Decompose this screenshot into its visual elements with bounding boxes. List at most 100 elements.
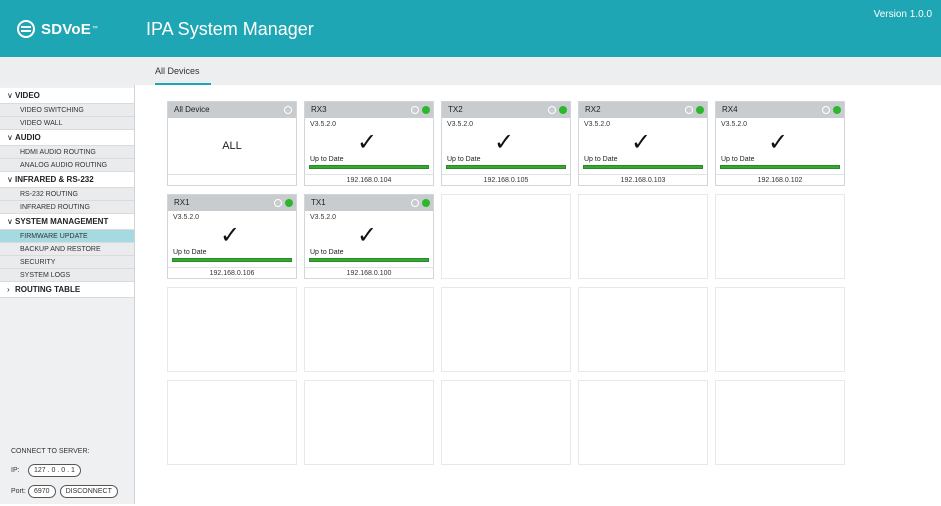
update-status: Up to Date: [310, 249, 344, 256]
nav-section-system-management[interactable]: ∨ SYSTEM MANAGEMENT: [0, 214, 134, 230]
select-ring-icon[interactable]: [548, 106, 556, 114]
version-label: Version 1.0.0: [873, 9, 932, 20]
card-header: RX3: [305, 102, 433, 118]
select-ring-icon[interactable]: [411, 106, 419, 114]
device-ip: 192.168.0.104: [305, 174, 433, 186]
update-progress-bar: [583, 165, 703, 169]
empty-device-slot: [715, 194, 845, 279]
nav-section-infrared-rs-232[interactable]: ∨ INFRARED & RS-232: [0, 172, 134, 188]
chevron-icon: ∨: [7, 91, 13, 100]
online-dot-icon: [559, 106, 567, 114]
sdvoe-logo: SDVoE ™: [17, 20, 98, 38]
all-device-card[interactable]: All Device ALL: [167, 101, 297, 186]
card-header: All Device: [168, 102, 296, 118]
firmware-version: V3.5.2.0: [721, 121, 748, 128]
empty-device-slot: [578, 194, 708, 279]
device-name: RX4: [722, 105, 738, 114]
select-ring-icon[interactable]: [685, 106, 693, 114]
device-name: RX1: [174, 198, 190, 207]
device-card[interactable]: TX2 V3.5.2.0 ✓ Up to Date 192.168.0.105: [441, 101, 571, 186]
device-card[interactable]: TX1 V3.5.2.0 ✓ Up to Date 192.168.0.100: [304, 194, 434, 279]
device-ip: 192.168.0.106: [168, 267, 296, 279]
sidebar-nav: ∨ VIDEO VIDEO SWITCHING VIDEO WALL ∨ AUDIO HDM…: [0, 88, 134, 298]
empty-device-slot: [167, 380, 297, 465]
update-status: Up to Date: [584, 156, 618, 163]
checkmark-icon: ✓: [220, 222, 241, 249]
empty-device-slot: [441, 380, 571, 465]
update-status: Up to Date: [447, 156, 481, 163]
device-card[interactable]: RX1 V3.5.2.0 ✓ Up to Date 192.168.0.106: [167, 194, 297, 279]
checkmark-icon: ✓: [768, 129, 789, 156]
empty-device-slot: [715, 380, 845, 465]
chevron-icon: ›: [7, 285, 10, 294]
sidebar-item-backup-and-restore[interactable]: BACKUP AND RESTORE: [0, 243, 134, 256]
sidebar-item-analog-audio-routing[interactable]: ANALOG AUDIO ROUTING: [0, 159, 134, 172]
device-card[interactable]: RX4 V3.5.2.0 ✓ Up to Date 192.168.0.102: [715, 101, 845, 186]
chevron-icon: ∨: [7, 175, 13, 184]
update-progress-bar: [309, 258, 429, 262]
device-ip: 192.168.0.103: [579, 174, 707, 186]
sidebar-item-rs-232-routing[interactable]: RS-232 ROUTING: [0, 188, 134, 201]
sidebar-item-hdmi-audio-routing[interactable]: HDMI AUDIO ROUTING: [0, 146, 134, 159]
empty-device-slot: [304, 287, 434, 372]
nav-section-audio[interactable]: ∨ AUDIO: [0, 130, 134, 146]
select-ring-icon[interactable]: [284, 106, 292, 114]
logo-text: SDVoE: [41, 20, 91, 38]
device-name: TX1: [311, 198, 326, 207]
sidebar-item-security[interactable]: SECURITY: [0, 256, 134, 269]
checkmark-icon: ✓: [494, 129, 515, 156]
card-header: RX2: [579, 102, 707, 118]
ip-input[interactable]: 127 . 0 . 0 . 1: [28, 464, 81, 477]
card-header: RX4: [716, 102, 844, 118]
device-name: RX3: [311, 105, 327, 114]
device-ip: 192.168.0.100: [305, 267, 433, 279]
sidebar-item-system-logs[interactable]: SYSTEM LOGS: [0, 269, 134, 282]
sidebar-item-video-switching[interactable]: VIDEO SWITCHING: [0, 104, 134, 117]
logo-trademark: ™: [91, 26, 98, 32]
disconnect-button[interactable]: DISCONNECT: [59, 485, 118, 498]
select-ring-icon[interactable]: [411, 199, 419, 207]
port-input[interactable]: 6970: [28, 485, 56, 498]
online-dot-icon: [833, 106, 841, 114]
sidebar-item-video-wall[interactable]: VIDEO WALL: [0, 117, 134, 130]
ip-label: IP:: [11, 467, 20, 474]
empty-device-slot: [304, 380, 434, 465]
sidebar-item-infrared-routing[interactable]: INFRARED ROUTING: [0, 201, 134, 214]
card-header: RX1: [168, 195, 296, 211]
sidebar: ∨ VIDEO VIDEO SWITCHING VIDEO WALL ∨ AUDIO HDM…: [0, 85, 135, 504]
device-name: RX2: [585, 105, 601, 114]
nav-section-video[interactable]: ∨ VIDEO: [0, 88, 134, 104]
online-dot-icon: [422, 199, 430, 207]
select-ring-icon[interactable]: [822, 106, 830, 114]
firmware-version: V3.5.2.0: [310, 121, 337, 128]
device-card[interactable]: RX3 V3.5.2.0 ✓ Up to Date 192.168.0.104: [304, 101, 434, 186]
all-device-label: ALL: [222, 140, 242, 152]
firmware-version: V3.5.2.0: [173, 214, 200, 221]
update-status: Up to Date: [310, 156, 344, 163]
device-name: TX2: [448, 105, 463, 114]
card-header: TX1: [305, 195, 433, 211]
update-progress-bar: [446, 165, 566, 169]
app-title: IPA System Manager: [146, 19, 314, 39]
sidebar-item-firmware-update[interactable]: FIRMWARE UPDATE: [0, 230, 134, 243]
empty-device-slot: [715, 287, 845, 372]
update-status: Up to Date: [173, 249, 207, 256]
chevron-icon: ∨: [7, 217, 13, 226]
tab-all-devices[interactable]: All Devices: [155, 66, 200, 76]
device-card[interactable]: RX2 V3.5.2.0 ✓ Up to Date 192.168.0.103: [578, 101, 708, 186]
firmware-version: V3.5.2.0: [310, 214, 337, 221]
select-ring-icon[interactable]: [274, 199, 282, 207]
app-header: SDVoE ™ IPA System Manager Version 1.0.0: [0, 0, 941, 57]
nav-section-routing-table[interactable]: › ROUTING TABLE: [0, 282, 134, 298]
checkmark-icon: ✓: [357, 129, 378, 156]
nav-section-label: SYSTEM MANAGEMENT: [15, 217, 109, 226]
port-label: Port:: [11, 488, 26, 495]
card-header: TX2: [442, 102, 570, 118]
nav-section-label: ROUTING TABLE: [15, 285, 81, 294]
empty-device-slot: [441, 287, 571, 372]
online-dot-icon: [422, 106, 430, 114]
update-progress-bar: [720, 165, 840, 169]
empty-device-slot: [578, 287, 708, 372]
card-footer: [168, 174, 296, 186]
device-ip: 192.168.0.105: [442, 174, 570, 186]
